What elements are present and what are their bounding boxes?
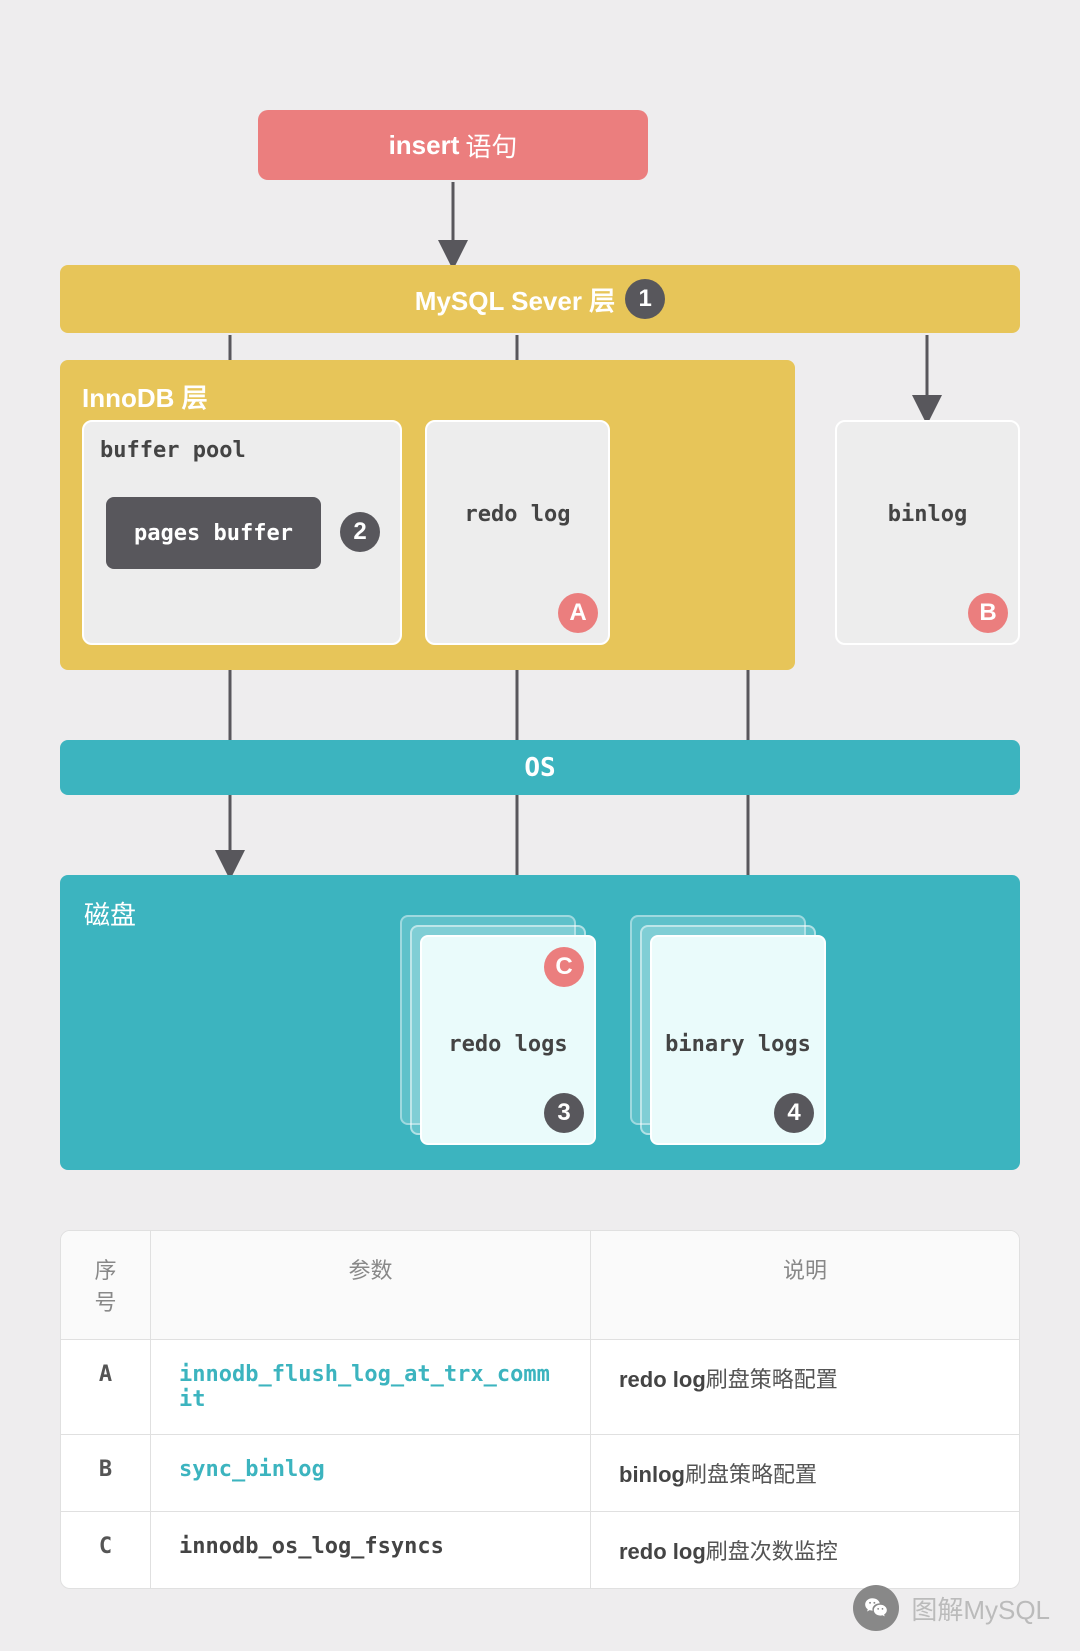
os-label: OS <box>524 753 555 783</box>
pages-buffer-label: pages buffer <box>134 521 293 546</box>
innodb-layer: InnoDB 层 buffer pool pages buffer 2 redo… <box>60 360 795 670</box>
buffer-pool-label: buffer pool <box>100 438 384 463</box>
insert-text: 语句 <box>465 127 517 164</box>
redo-log-label: redo log <box>427 502 608 527</box>
buffer-pool-box: buffer pool pages buffer 2 <box>82 420 402 645</box>
table-row: A innodb_flush_log_at_trx_commit redo lo… <box>61 1339 1019 1434</box>
row-param: innodb_flush_log_at_trx_commit <box>151 1340 591 1434</box>
row-seq: B <box>61 1435 151 1511</box>
redo-logs-label: redo logs <box>422 1032 594 1057</box>
watermark: 图解MySQL <box>853 1585 1050 1631</box>
header-desc: 说明 <box>591 1231 1019 1339</box>
pages-buffer-box: pages buffer <box>106 497 321 569</box>
watermark-text: 图解MySQL <box>911 1590 1050 1627</box>
redo-logs-stack: C redo logs 3 <box>400 915 590 1140</box>
row-seq: A <box>61 1340 151 1434</box>
badge-4: 4 <box>774 1093 814 1133</box>
params-table: 序号 参数 说明 A innodb_flush_log_at_trx_commi… <box>60 1230 1020 1589</box>
mysql-server-layer: MySQL Sever 层 1 <box>60 265 1020 333</box>
badge-b: B <box>968 593 1008 633</box>
innodb-label: InnoDB 层 <box>82 378 773 415</box>
redo-log-cache-box: redo log A <box>425 420 610 645</box>
row-desc: redo log刷盘策略配置 <box>591 1340 1019 1434</box>
disk-layer: 磁盘 C redo logs 3 binary logs 4 <box>60 875 1020 1170</box>
header-param: 参数 <box>151 1231 591 1339</box>
os-layer: OS <box>60 740 1020 795</box>
row-param: innodb_os_log_fsyncs <box>151 1512 591 1588</box>
badge-3: 3 <box>544 1093 584 1133</box>
table-row: B sync_binlog binlog刷盘策略配置 <box>61 1434 1019 1511</box>
binlog-cache-box: binlog B <box>835 420 1020 645</box>
badge-c: C <box>544 947 584 987</box>
badge-a: A <box>558 593 598 633</box>
binlog-label: binlog <box>837 502 1018 527</box>
insert-statement-box: insert 语句 <box>258 110 648 180</box>
binary-logs-stack: binary logs 4 <box>630 915 820 1140</box>
row-seq: C <box>61 1512 151 1588</box>
badge-2: 2 <box>340 512 380 552</box>
insert-keyword: insert <box>389 130 460 161</box>
table-header-row: 序号 参数 说明 <box>61 1231 1019 1339</box>
row-desc: binlog刷盘策略配置 <box>591 1435 1019 1511</box>
table-row: C innodb_os_log_fsyncs redo log刷盘次数监控 <box>61 1511 1019 1588</box>
row-param: sync_binlog <box>151 1435 591 1511</box>
server-label: MySQL Sever 层 <box>415 281 615 318</box>
header-seq: 序号 <box>61 1231 151 1339</box>
badge-1: 1 <box>625 279 665 319</box>
binary-logs-label: binary logs <box>652 1032 824 1057</box>
wechat-icon <box>853 1585 899 1631</box>
row-desc: redo log刷盘次数监控 <box>591 1512 1019 1588</box>
